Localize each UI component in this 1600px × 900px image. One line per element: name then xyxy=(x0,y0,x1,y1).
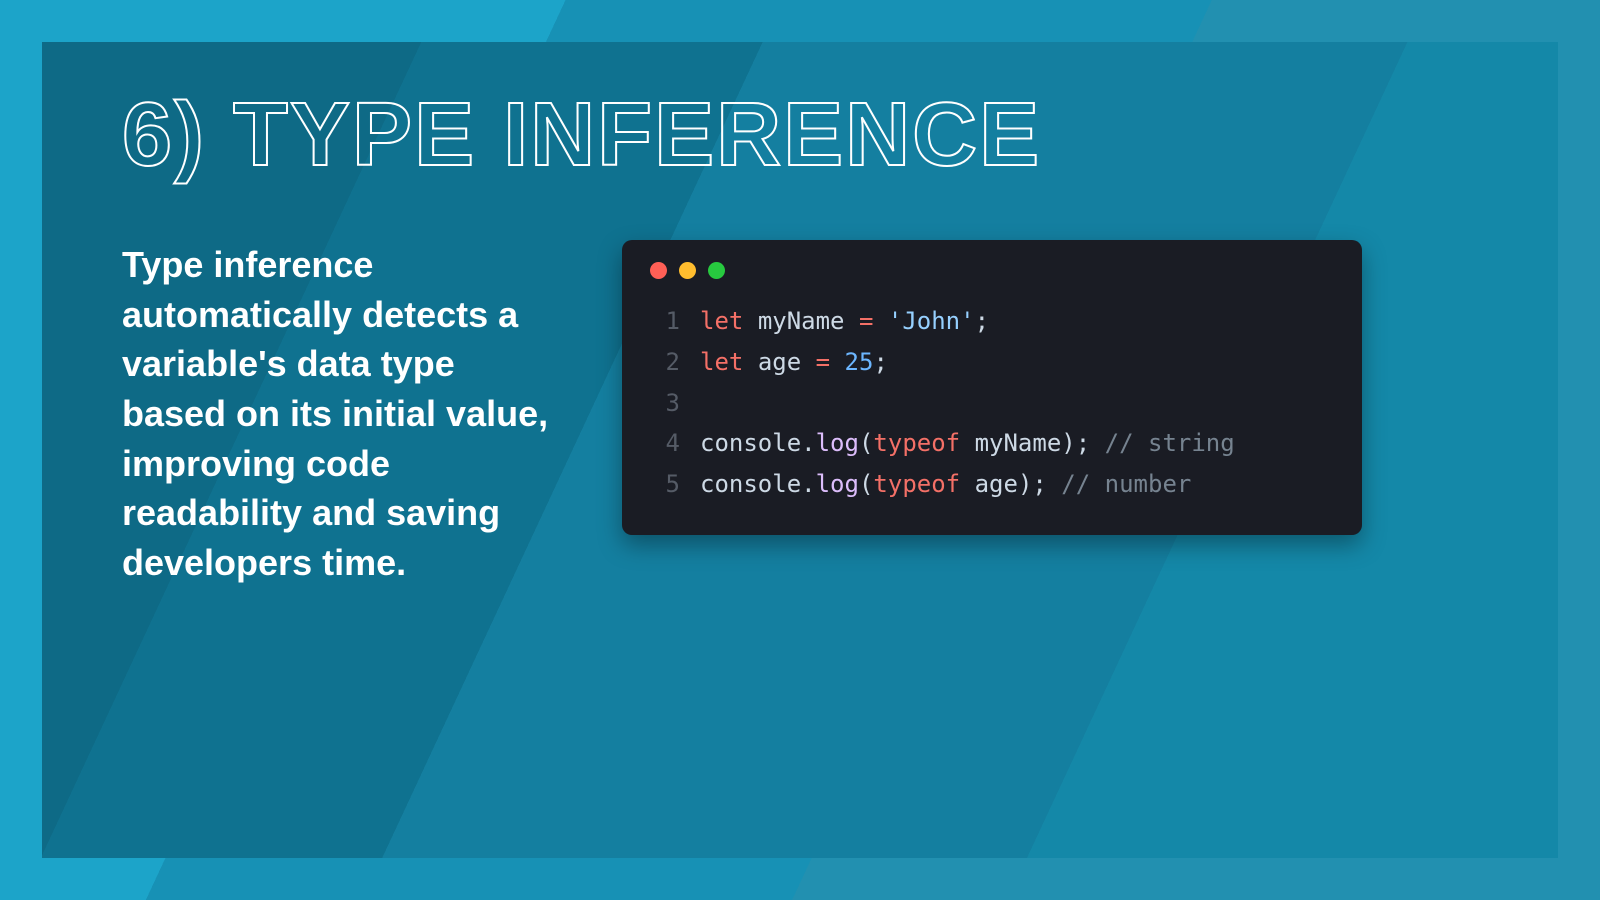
line-number: 3 xyxy=(650,383,680,424)
window-zoom-icon xyxy=(708,262,725,279)
window-close-icon xyxy=(650,262,667,279)
code-text xyxy=(700,383,714,424)
slide-inner-panel: 6) TYPE INFERENCE Type inference automat… xyxy=(42,42,1558,858)
code-card: 1 let myName = 'John'; 2 let age = 25; 3 4 co… xyxy=(622,240,1362,535)
line-number: 1 xyxy=(650,301,680,342)
line-number: 2 xyxy=(650,342,680,383)
code-text: console.log(typeof age); // number xyxy=(700,464,1191,505)
code-line: 5 console.log(typeof age); // number xyxy=(650,464,1334,505)
code-line: 2 let age = 25; xyxy=(650,342,1334,383)
line-number: 5 xyxy=(650,464,680,505)
code-line: 1 let myName = 'John'; xyxy=(650,301,1334,342)
slide-content-row: Type inference automatically detects a v… xyxy=(122,240,1478,588)
code-text: let myName = 'John'; xyxy=(700,301,989,342)
code-body: 1 let myName = 'John'; 2 let age = 25; 3 4 co… xyxy=(650,301,1334,505)
slide-description: Type inference automatically detects a v… xyxy=(122,240,562,588)
slide-title: 6) TYPE INFERENCE xyxy=(122,90,1478,180)
code-line: 4 console.log(typeof myName); // string xyxy=(650,423,1334,464)
line-number: 4 xyxy=(650,423,680,464)
code-line: 3 xyxy=(650,383,1334,424)
window-controls xyxy=(650,262,1334,279)
code-text: let age = 25; xyxy=(700,342,888,383)
slide-outer-frame: 6) TYPE INFERENCE Type inference automat… xyxy=(0,0,1600,900)
window-minimize-icon xyxy=(679,262,696,279)
code-text: console.log(typeof myName); // string xyxy=(700,423,1235,464)
